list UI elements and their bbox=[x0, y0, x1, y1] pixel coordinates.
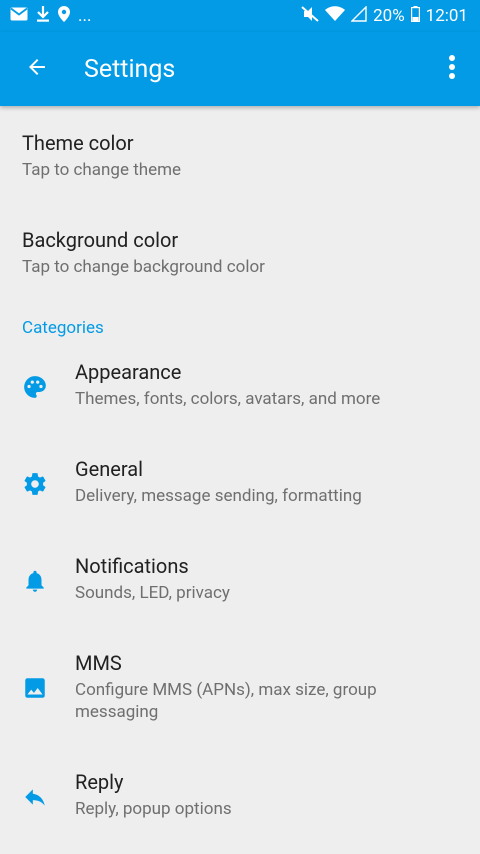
reply-item[interactable]: Reply Reply, popup options bbox=[0, 760, 480, 854]
download-icon bbox=[36, 5, 50, 27]
item-subtitle: Configure MMS (APNs), max size, group me… bbox=[75, 680, 377, 722]
battery-percent: 20% bbox=[373, 6, 405, 26]
arrow-back-icon bbox=[25, 55, 49, 83]
bell-icon bbox=[22, 568, 48, 598]
back-button[interactable] bbox=[0, 32, 74, 106]
reply-icon bbox=[22, 784, 48, 814]
battery-icon bbox=[410, 5, 420, 27]
notifications-item[interactable]: Notifications Sounds, LED, privacy bbox=[0, 544, 480, 641]
item-subtitle: Tap to change background color bbox=[22, 257, 265, 277]
item-subtitle: Tap to change theme bbox=[22, 160, 182, 180]
status-right: 20% 12:01 bbox=[301, 4, 468, 27]
item-subtitle: Themes, fonts, colors, avatars, and more bbox=[75, 389, 381, 409]
item-title: MMS bbox=[75, 651, 122, 675]
wifi-icon bbox=[325, 5, 346, 27]
mute-icon bbox=[301, 5, 319, 27]
item-subtitle: Sounds, LED, privacy bbox=[75, 583, 230, 603]
clock: 12:01 bbox=[425, 6, 468, 26]
status-left: ... bbox=[10, 5, 92, 27]
status-ellipsis: ... bbox=[78, 6, 92, 26]
appearance-item[interactable]: Appearance Themes, fonts, colors, avatar… bbox=[0, 350, 480, 447]
theme-color-item[interactable]: Theme color Tap to change theme bbox=[0, 106, 480, 203]
mms-item[interactable]: MMS Configure MMS (APNs), max size, grou… bbox=[0, 641, 480, 760]
more-vert-icon bbox=[448, 54, 456, 84]
gear-icon bbox=[22, 471, 48, 501]
background-color-item[interactable]: Background color Tap to change backgroun… bbox=[0, 203, 480, 300]
item-title: General bbox=[75, 457, 144, 481]
item-title: Notifications bbox=[75, 554, 189, 578]
settings-list: Theme color Tap to change theme Backgrou… bbox=[0, 106, 480, 854]
image-icon bbox=[22, 675, 48, 705]
page-title: Settings bbox=[84, 54, 176, 84]
item-subtitle: Delivery, message sending, formatting bbox=[75, 486, 362, 506]
item-title: Appearance bbox=[75, 360, 182, 384]
status-bar: ... 20% 12:01 bbox=[0, 0, 480, 32]
item-subtitle: Reply, popup options bbox=[75, 799, 232, 819]
mail-icon bbox=[10, 6, 28, 26]
categories-header: Categories bbox=[22, 318, 104, 338]
signal-icon bbox=[350, 4, 367, 27]
item-title: Background color bbox=[22, 228, 179, 252]
item-title: Reply bbox=[75, 770, 124, 794]
app-bar: Settings bbox=[0, 32, 480, 106]
palette-icon bbox=[22, 374, 48, 404]
general-item[interactable]: General Delivery, message sending, forma… bbox=[0, 447, 480, 544]
location-icon bbox=[58, 5, 70, 27]
overflow-menu-button[interactable] bbox=[424, 32, 480, 106]
item-title: Theme color bbox=[22, 131, 134, 155]
